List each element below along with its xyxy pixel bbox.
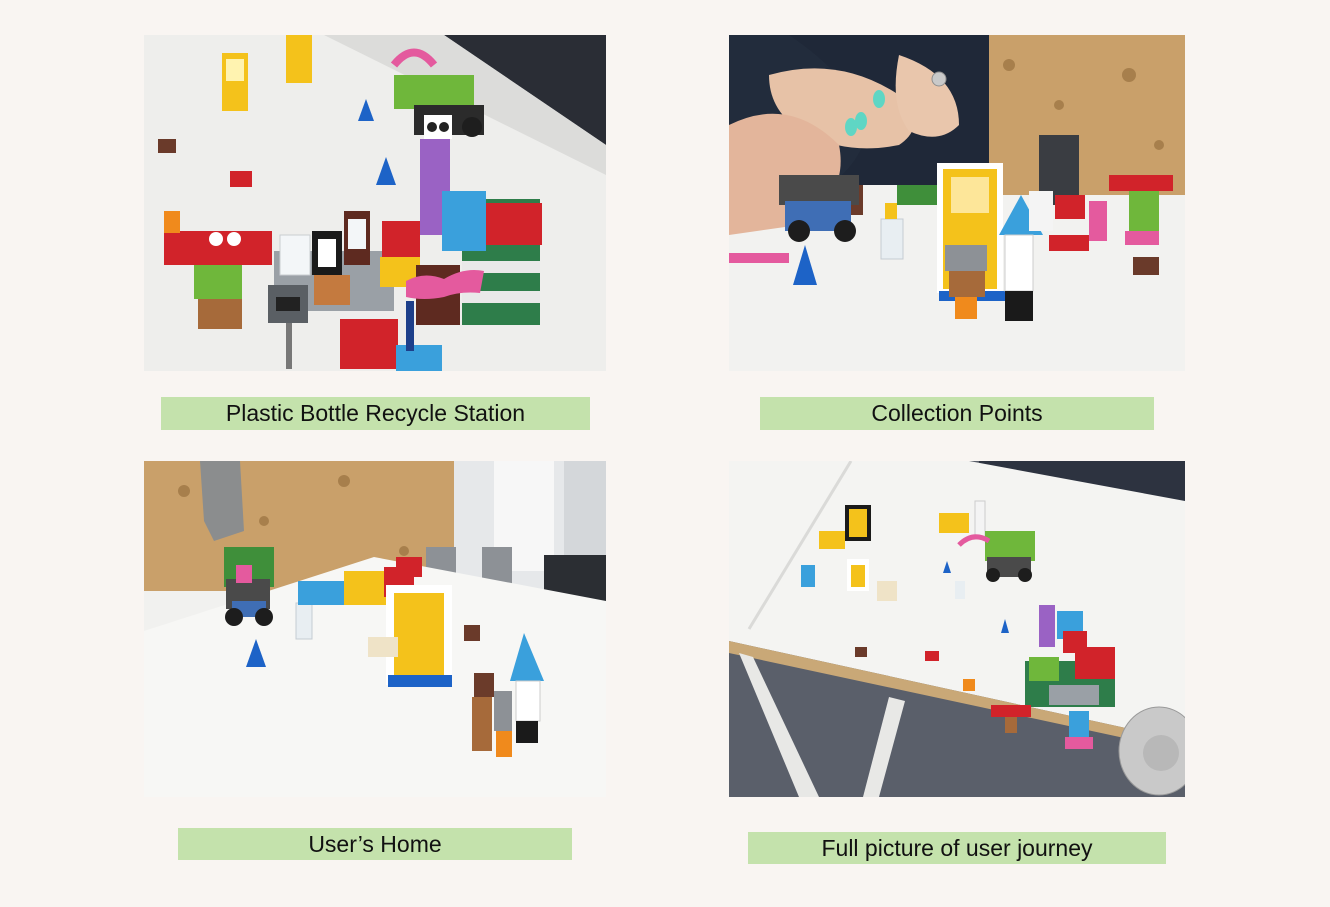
caption-collection-points: Collection Points	[760, 397, 1154, 430]
caption-users-home: User’s Home	[178, 828, 572, 860]
lego-recycle-station-photo	[144, 35, 606, 371]
lego-collection-points-photo	[729, 35, 1185, 371]
caption-recycle-station: Plastic Bottle Recycle Station	[161, 397, 590, 430]
caption-user-journey: Full picture of user journey	[748, 832, 1166, 864]
lego-user-journey-overview-photo	[729, 461, 1185, 797]
lego-users-home-photo	[144, 461, 606, 797]
